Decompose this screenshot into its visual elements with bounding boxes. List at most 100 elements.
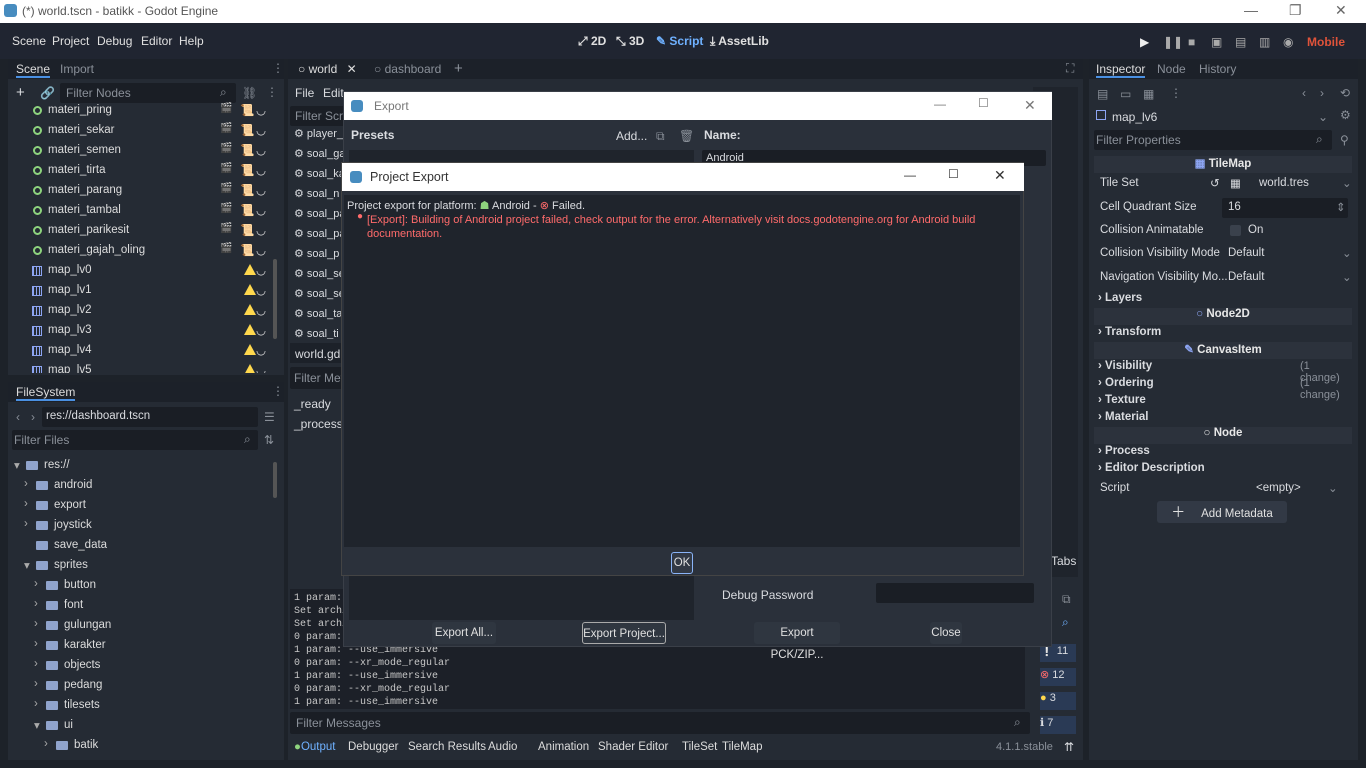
- script-icon[interactable]: 📜: [240, 123, 254, 137]
- close-icon[interactable]: ✕: [994, 167, 1006, 184]
- file-item[interactable]: › gulungan: [8, 616, 268, 636]
- forward-icon[interactable]: ›: [31, 410, 35, 424]
- filter-nodes-input[interactable]: Filter Nodes ⌕: [60, 83, 236, 103]
- file-item[interactable]: › pedang: [8, 676, 268, 696]
- script-list-item[interactable]: ⚙ soal_ka: [294, 167, 345, 180]
- movie-maker-icon[interactable]: ◉: [1283, 35, 1293, 49]
- script-menu-edit[interactable]: Edit: [323, 86, 344, 100]
- sort-icon[interactable]: ⇅: [264, 433, 274, 447]
- tab-scene[interactable]: Scene: [16, 62, 51, 78]
- add-metadata-button[interactable]: ＋ Add Metadata: [1157, 501, 1287, 523]
- instance-icon[interactable]: 🎬: [220, 203, 232, 214]
- distraction-free-icon[interactable]: ⛶: [1066, 61, 1074, 76]
- play-scene-icon[interactable]: ▤: [1235, 35, 1246, 49]
- selected-node-bar[interactable]: map_lv6 ⌄: [1094, 106, 1330, 126]
- warning-icon[interactable]: [244, 364, 256, 373]
- scene-node[interactable]: materi_gajah_oling 🎬 📜 ◡: [8, 241, 268, 261]
- visibility-icon[interactable]: ◡: [256, 303, 266, 317]
- scene-node[interactable]: materi_semen 🎬 📜 ◡: [8, 141, 268, 161]
- scene-node[interactable]: materi_sekar 🎬 📜 ◡: [8, 121, 268, 141]
- scene-node[interactable]: materi_tirta 🎬 📜 ◡: [8, 161, 268, 181]
- expand-arrow-icon[interactable]: ▾: [14, 458, 20, 472]
- scene-node[interactable]: map_lv2 ◡: [8, 301, 268, 321]
- expand-arrow-icon[interactable]: ›: [34, 598, 38, 610]
- expand-arrow-icon[interactable]: ›: [34, 618, 38, 630]
- script-icon[interactable]: 📜: [240, 183, 254, 197]
- back-icon[interactable]: ‹: [16, 410, 20, 424]
- tab-import[interactable]: Import: [60, 62, 94, 76]
- scene-node[interactable]: map_lv1 ◡: [8, 281, 268, 301]
- dock-menu-icon[interactable]: ⋮: [272, 384, 284, 398]
- scene-node[interactable]: materi_parikesit 🎬 📜 ◡: [8, 221, 268, 241]
- dock-menu-icon[interactable]: ⋮: [272, 61, 284, 75]
- file-item[interactable]: › button: [8, 576, 268, 596]
- scene-node[interactable]: map_lv5 ◡: [8, 361, 268, 373]
- expand-arrow-icon[interactable]: ▾: [34, 718, 40, 732]
- bottom-tab[interactable]: TileSet: [682, 741, 717, 753]
- tab-dashboard[interactable]: ○ dashboard: [374, 62, 441, 76]
- prop-cell-quadrant-size[interactable]: Cell Quadrant Size 16 ⇕: [1096, 198, 1352, 220]
- scene-node[interactable]: map_lv4 ◡: [8, 341, 268, 361]
- warning-icon[interactable]: [244, 324, 256, 335]
- reset-icon[interactable]: ↺: [1210, 176, 1220, 190]
- pause-icon[interactable]: ❚❚: [1163, 35, 1183, 49]
- file-item[interactable]: › objects: [8, 656, 268, 676]
- expand-arrow-icon[interactable]: ›: [34, 578, 38, 590]
- workspace-assetlib-button[interactable]: ⤓ AssetLib: [710, 34, 769, 49]
- delete-icon[interactable]: 🗑: [679, 129, 694, 143]
- scene-node[interactable]: materi_tambal 🎬 📜 ◡: [8, 201, 268, 221]
- file-item[interactable]: › android: [8, 476, 268, 496]
- workspace-script-button[interactable]: ✎ Script: [656, 34, 703, 48]
- visibility-icon[interactable]: ◡: [256, 263, 266, 277]
- script-icon[interactable]: 📜: [240, 243, 254, 257]
- message-count[interactable]: ℹ 7: [1040, 716, 1076, 734]
- visibility-icon[interactable]: ◡: [256, 223, 266, 237]
- restore-button[interactable]: ❐: [1289, 2, 1302, 19]
- visibility-icon[interactable]: ◡: [256, 203, 266, 217]
- export-project-button[interactable]: Export Project...: [582, 622, 666, 644]
- instance-icon[interactable]: 🎬: [220, 123, 232, 134]
- expand-arrow-icon[interactable]: ›: [24, 478, 28, 490]
- expand-arrow-icon[interactable]: ›: [24, 498, 28, 510]
- save-resource-icon[interactable]: ▦: [1143, 87, 1154, 101]
- close-icon[interactable]: ✕: [1024, 97, 1036, 114]
- visibility-icon[interactable]: ◡: [256, 343, 266, 357]
- script-list-item[interactable]: ⚙ soal_p: [294, 247, 339, 260]
- expand-arrow-icon[interactable]: ›: [24, 518, 28, 530]
- script-list-item[interactable]: ⚙ player_: [294, 127, 343, 140]
- maximize-icon[interactable]: ☐: [978, 96, 989, 110]
- instance-icon[interactable]: 🎬: [220, 243, 232, 254]
- expand-arrow-icon[interactable]: ›: [34, 698, 38, 710]
- close-tab-icon[interactable]: ✕: [347, 62, 357, 76]
- add-tab-icon[interactable]: +: [454, 60, 463, 77]
- file-item[interactable]: ▾ ui: [8, 716, 268, 736]
- filter-options-icon[interactable]: ⚲: [1340, 133, 1349, 147]
- tab-history[interactable]: History: [1199, 62, 1236, 76]
- play-custom-scene-icon[interactable]: ▥: [1259, 35, 1270, 49]
- link-icon[interactable]: 🔗: [40, 86, 55, 100]
- filter-methods-input[interactable]: Filter Met: [290, 367, 346, 389]
- scene-node[interactable]: map_lv0 ◡: [8, 261, 268, 281]
- bottom-tab[interactable]: Shader Editor: [598, 741, 668, 753]
- visibility-icon[interactable]: ◡: [256, 323, 266, 337]
- expand-arrow-icon[interactable]: ▾: [24, 558, 30, 572]
- script-icon[interactable]: 📜: [240, 103, 254, 117]
- instance-icon[interactable]: 🎬: [220, 103, 232, 114]
- add-node-icon[interactable]: +: [16, 84, 25, 101]
- warning-icon[interactable]: [244, 284, 256, 295]
- workspace-3d-button[interactable]: ⤡ 3D: [616, 34, 644, 49]
- settings-icon[interactable]: ⚙: [1340, 108, 1351, 122]
- file-item[interactable]: › tilesets: [8, 696, 268, 716]
- visibility-icon[interactable]: ◡: [256, 123, 266, 137]
- warning-icon[interactable]: [244, 304, 256, 315]
- scene-node[interactable]: materi_parang 🎬 📜 ◡: [8, 181, 268, 201]
- scene-tree-scrollbar[interactable]: [273, 259, 277, 339]
- visibility-icon[interactable]: ◡: [256, 103, 266, 117]
- prop-collision-visibility[interactable]: Collision Visibility Mode Default ⌄: [1096, 244, 1352, 266]
- search-output-icon[interactable]: ⌕: [1062, 615, 1069, 630]
- visibility-icon[interactable]: ◡: [256, 363, 266, 373]
- method-process[interactable]: _process: [294, 417, 343, 431]
- bottom-tab[interactable]: Animation: [538, 741, 589, 753]
- inspector-menu-icon[interactable]: ⋮: [1170, 86, 1182, 100]
- file-item[interactable]: › export: [8, 496, 268, 516]
